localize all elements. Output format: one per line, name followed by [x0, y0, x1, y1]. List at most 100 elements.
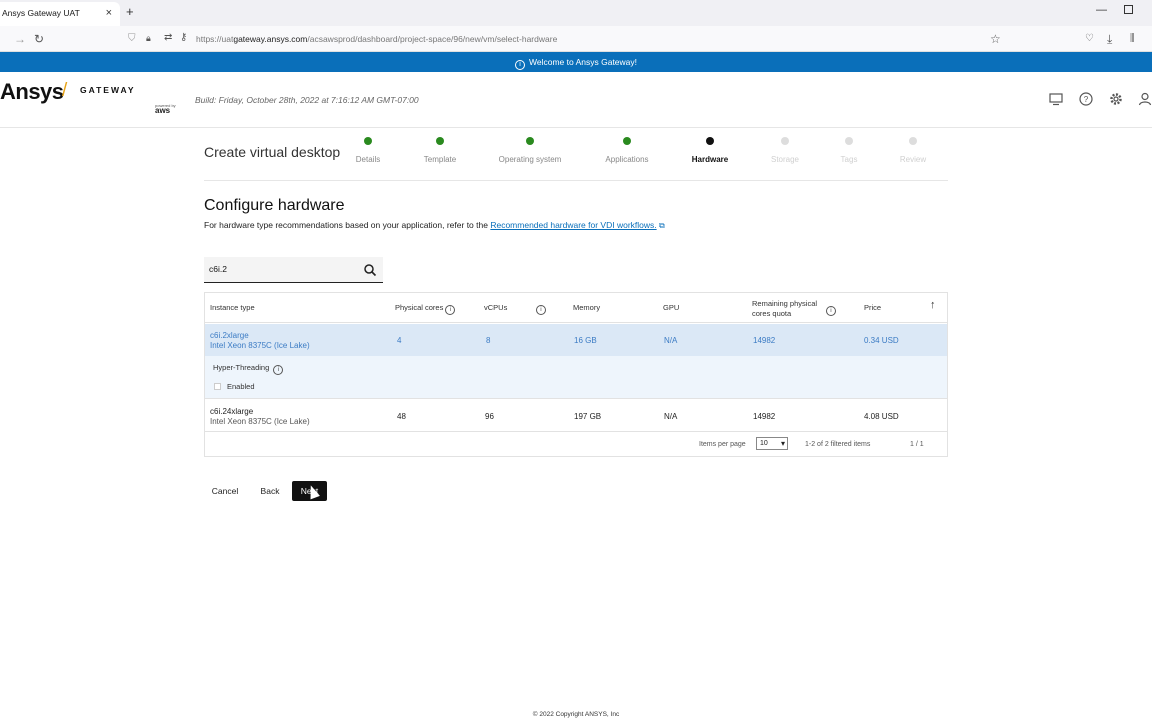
hyperthreading-text: Hyper-Threading [213, 363, 270, 372]
info-icon[interactable]: i [273, 365, 284, 375]
step-label: Applications [605, 155, 649, 164]
cores-cell: 48 [397, 412, 406, 421]
browser-tab[interactable]: Ansys Gateway UAT × [0, 2, 120, 26]
address-bar: → ↻ ⛉ 🔒︎ ⇄ ⚷ https://uatgateway.ansys.co… [0, 26, 1152, 52]
cancel-button[interactable]: Cancel [204, 481, 246, 501]
key-icon[interactable]: ⚷ [180, 32, 187, 43]
recommended-hardware-link[interactable]: Recommended hardware for VDI workflows. [490, 220, 656, 230]
url-prefix: https://uat [196, 34, 234, 44]
pagination: Items per page 10 1-2 of 2 filtered item… [205, 433, 947, 457]
copyright: © 2022 Copyright ANSYS, Inc [532, 711, 620, 718]
step-review: Review [868, 137, 958, 164]
ansys-logo[interactable]: Ansys [0, 79, 64, 105]
settings-icon[interactable] [1109, 92, 1123, 106]
bookmark-star-icon[interactable]: ☆ [990, 32, 1001, 46]
quota-info-icon[interactable]: i [826, 304, 836, 316]
step-dot [845, 137, 853, 145]
filtered-count: 1-2 of 2 filtered items [805, 441, 871, 448]
col-label: Physical cores [395, 303, 444, 312]
col-label-line2: cores quota [752, 308, 792, 318]
restore-icon[interactable] [1124, 5, 1133, 14]
welcome-banner: i Welcome to Ansys Gateway! [0, 52, 1152, 72]
enabled-label: Enabled [227, 382, 255, 391]
step-operating-system[interactable]: Operating system [485, 137, 575, 164]
reload-icon[interactable]: ↻ [34, 32, 44, 46]
search-input[interactable] [209, 264, 359, 274]
logo-slash: / [62, 80, 68, 101]
hardware-table: Instance type Physical cores i vCPUs i Me… [204, 292, 948, 457]
col-memory[interactable]: Memory [573, 303, 600, 312]
vcpus-info-icon[interactable]: i [536, 303, 546, 315]
description-text: For hardware type recommendations based … [204, 220, 488, 230]
memory-cell: 16 GB [574, 336, 597, 345]
page-description: For hardware type recommendations based … [204, 220, 665, 231]
step-label: Review [899, 155, 927, 164]
col-vcpus[interactable]: vCPUs [484, 303, 507, 312]
gpu-cell: N/A [664, 336, 678, 345]
library-icon[interactable]: ⫼ [1130, 33, 1135, 44]
instance-name: c6i.2xlarge [210, 331, 249, 340]
col-label-line1: Remaining physical [752, 299, 818, 308]
step-dot [364, 137, 372, 145]
url-field[interactable]: https://uatgateway.ansys.com/acsawsprod/… [196, 34, 557, 44]
browser-tab-bar: Ansys Gateway UAT × + — [0, 0, 1152, 26]
user-icon[interactable] [1138, 92, 1152, 106]
price-cell: 4.08 USD [864, 412, 899, 421]
search-icon[interactable] [363, 263, 377, 277]
step-dot [781, 137, 789, 145]
build-info: Build: Friday, October 28th, 2022 at 7:1… [195, 95, 419, 105]
instance-name: c6i.24xlarge [210, 407, 254, 416]
minimize-icon[interactable]: — [1096, 4, 1107, 16]
url-path: /acsawsprod/dashboard/project-space/96/n… [307, 34, 558, 44]
wizard-title: Create virtual desktop [204, 144, 341, 160]
shield-icon[interactable]: ⛉ [128, 33, 136, 44]
aws-logo: aws [155, 106, 171, 115]
new-tab-icon[interactable]: + [126, 4, 134, 19]
svg-text:?: ? [1084, 95, 1089, 104]
step-label: Operating system [498, 155, 562, 164]
table-header: Instance type Physical cores i vCPUs i Me… [205, 293, 947, 323]
instance-cpu: Intel Xeon 8375C (Ice Lake) [210, 417, 310, 426]
info-icon: i [514, 60, 525, 70]
step-applications[interactable]: Applications [582, 137, 672, 164]
table-row[interactable]: c6i.24xlarge Intel Xeon 8375C (Ice Lake)… [205, 400, 947, 432]
page-indicator: 1 / 1 [910, 441, 924, 448]
col-physical-cores[interactable]: Physical cores i [395, 303, 456, 315]
help-icon[interactable]: ? [1079, 92, 1093, 106]
table-row[interactable]: c6i.2xlarge Intel Xeon 8375C (Ice Lake) … [205, 324, 947, 356]
instance-cell: c6i.24xlarge Intel Xeon 8375C (Ice Lake) [210, 407, 310, 427]
info-icon[interactable]: i [445, 305, 456, 315]
download-icon[interactable]: ⤓ [1107, 32, 1112, 47]
sort-ascending-icon[interactable]: ↑ [930, 299, 936, 311]
step-dot [526, 137, 534, 145]
step-label: Template [423, 155, 457, 164]
step-dot [436, 137, 444, 145]
lock-icon[interactable]: 🔒︎ [146, 33, 151, 44]
col-gpu[interactable]: GPU [663, 303, 679, 312]
app-header: Ansys / GATEWAY powered by aws Build: Fr… [0, 72, 1152, 128]
col-instance-type[interactable]: Instance type [210, 303, 255, 312]
permissions-icon[interactable]: ⇄ [164, 32, 172, 43]
back-button[interactable]: Back [252, 481, 288, 501]
hyperthreading-checkbox[interactable] [214, 383, 221, 390]
pocket-icon[interactable]: ♡ [1085, 33, 1094, 44]
forward-icon[interactable]: → [14, 32, 26, 46]
quota-cell: 14982 [753, 412, 776, 421]
external-link-icon: ⧉ [659, 221, 665, 230]
browser-tab-title: Ansys Gateway UAT [2, 8, 80, 18]
wizard-divider [204, 180, 948, 181]
price-cell: 0.34 USD [864, 336, 899, 345]
close-tab-icon[interactable]: × [106, 2, 112, 24]
gpu-cell: N/A [664, 412, 678, 421]
cores-cell: 4 [397, 336, 402, 345]
col-remaining-quota[interactable]: Remaining physical cores quota [752, 299, 817, 318]
items-per-page-select[interactable]: 10 [756, 437, 788, 450]
row-detail: Hyper-Threading i Enabled [205, 356, 947, 399]
instance-cpu: Intel Xeon 8375C (Ice Lake) [210, 341, 310, 350]
col-price[interactable]: Price [864, 303, 881, 312]
desktop-icon[interactable] [1049, 92, 1063, 106]
step-dot [706, 137, 714, 145]
step-dot [623, 137, 631, 145]
step-template[interactable]: Template [395, 137, 485, 164]
search-box [204, 257, 383, 283]
